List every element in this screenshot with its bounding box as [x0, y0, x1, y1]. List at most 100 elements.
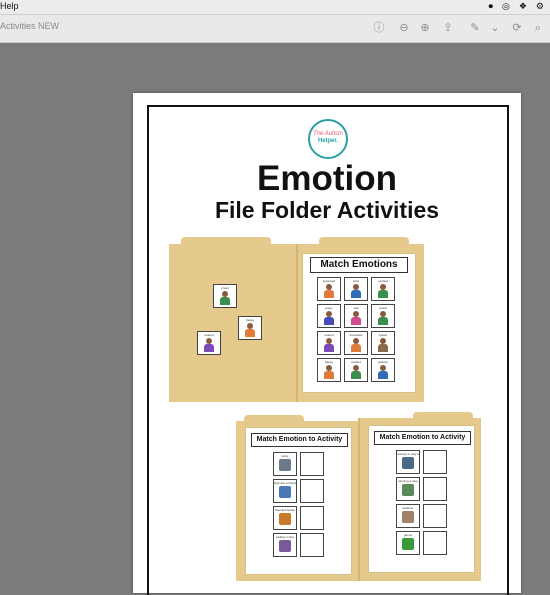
activity-picture — [279, 459, 291, 471]
emotion-drop-slot[interactable] — [300, 533, 324, 557]
activity-picture — [279, 486, 291, 498]
emotion-grid-card[interactable]: excited — [371, 277, 395, 301]
emotion-drop-slot[interactable] — [423, 504, 447, 528]
emotion-figure — [351, 365, 361, 379]
info-icon[interactable]: ⓘ — [372, 21, 386, 35]
document-title: Activities NEW — [0, 21, 60, 31]
emotion-grid-card[interactable]: surprised — [317, 277, 341, 301]
emotion-grid-card[interactable]: jealous — [371, 358, 395, 382]
emotion-grid-card[interactable]: scared — [317, 331, 341, 355]
emotion-figure — [324, 284, 334, 298]
annotate-icon[interactable]: ⌕ — [531, 21, 545, 35]
activity-label: party — [281, 454, 289, 458]
viewer-toolbar: Activities NEW ⓘ ⊖ ⊕ ⇪ ✎ ⌄ ⟳ ⌕ — [0, 15, 550, 43]
emotion-grid-card[interactable]: happy — [317, 358, 341, 382]
emotion-card-label: happy — [324, 360, 334, 364]
emotion-card-label: bored — [379, 333, 387, 337]
record-icon[interactable]: ⏺ — [488, 1, 493, 12]
pdf-page: The Autism Helper. Emotion File Folder A… — [133, 93, 521, 595]
emotion-drop-slot[interactable] — [423, 450, 447, 474]
activity-card: germs — [396, 531, 420, 555]
emotion-drop-slot[interactable] — [300, 452, 324, 476]
emotion-card-loose[interactable]: proud — [213, 284, 237, 308]
emotion-card-label: excited — [351, 360, 361, 364]
activity-label: haunted house — [275, 508, 295, 512]
emotion-figure — [351, 311, 361, 325]
activity-card: party — [273, 452, 297, 476]
emotion-figure — [378, 365, 388, 379]
emotion-card-label: frustrated — [349, 333, 363, 337]
emotion-figure — [324, 338, 334, 352]
activity-card: haunted house — [273, 506, 297, 530]
activity-picture — [402, 511, 414, 523]
emotion-drop-slot[interactable] — [300, 506, 324, 530]
activity-picture — [402, 538, 414, 550]
file-folder-emotions: proud happy scared Match Emotions surpri… — [169, 237, 424, 402]
emotion-drop-slot[interactable] — [423, 477, 447, 501]
emotion-figure — [324, 311, 334, 325]
emotion-card-loose[interactable]: happy — [238, 316, 262, 340]
emotion-card-label: tired — [353, 279, 359, 283]
rotate-icon[interactable]: ⟳ — [510, 21, 524, 35]
emotion-figure — [324, 365, 334, 379]
file-folder-activity-2: Match Emotion to Activity nobody to play… — [358, 412, 481, 581]
activity-label: high five a friend — [274, 481, 296, 485]
activity-picture — [402, 484, 414, 496]
zoom-in-icon[interactable]: ⊕ — [418, 21, 432, 35]
emotion-drop-slot[interactable] — [423, 531, 447, 555]
logo: The Autism Helper. — [308, 119, 348, 159]
activity-card: high five a friend — [273, 479, 297, 503]
activity-label: germs — [403, 533, 413, 537]
activity-label: waiting in line — [275, 535, 294, 539]
emotion-figure — [351, 338, 361, 352]
emotion-figure — [378, 338, 388, 352]
menu-extras: ⏺ ◎ ❖ ⚙ — [488, 1, 544, 12]
chevron-down-icon[interactable]: ⌄ — [488, 21, 502, 35]
match-emotions-sheet: Match Emotions surprised tired excited angr… — [303, 254, 415, 392]
emotion-card-label: jealous — [378, 360, 388, 364]
menu-bar: Help ⏺ ◎ ❖ ⚙ — [0, 0, 550, 15]
activity-label: nobody to play with — [397, 452, 419, 456]
menu-help[interactable]: Help — [0, 1, 19, 11]
emotion-grid-card[interactable]: excited — [344, 358, 368, 382]
match-activity-sheet-2: Match Emotion to Activity nobody to play… — [369, 426, 474, 572]
emotion-card-label: scared — [324, 333, 334, 337]
emotion-figure — [378, 284, 388, 298]
page-title: Emotion — [257, 159, 397, 198]
emotion-card-loose[interactable]: scared — [197, 331, 221, 355]
emotion-figure — [378, 311, 388, 325]
emotion-grid-card[interactable]: bored — [371, 331, 395, 355]
emotion-card-label: surprised — [322, 279, 336, 283]
activity-card: waiting in line — [273, 533, 297, 557]
emotion-grid-card[interactable]: sad — [344, 304, 368, 328]
chatgpt-icon[interactable]: ◎ — [502, 1, 510, 12]
emotion-grid-card[interactable]: frustrated — [344, 331, 368, 355]
page-subtitle: File Folder Activities — [214, 197, 440, 223]
activity-label: winning a race — [398, 479, 418, 483]
document-canvas[interactable]: The Autism Helper. Emotion File Folder A… — [0, 43, 550, 595]
extension-icon[interactable]: ⚙ — [536, 1, 544, 12]
share-icon[interactable]: ⇪ — [441, 21, 455, 35]
emotion-card-label: excited — [378, 279, 388, 283]
emotion-grid-card[interactable]: proud — [371, 304, 395, 328]
sheet-title: Match Emotions — [310, 257, 408, 273]
emotion-card-label: angry — [325, 306, 333, 310]
activity-picture — [402, 457, 414, 469]
activity-label: bedtime — [402, 506, 414, 510]
dropbox-icon[interactable]: ❖ — [519, 1, 527, 12]
emotion-drop-slot[interactable] — [300, 479, 324, 503]
emotion-grid-card[interactable]: angry — [317, 304, 341, 328]
emotion-card-label: sad — [353, 306, 359, 310]
activity-picture — [279, 513, 291, 525]
match-activity-sheet-1: Match Emotion to Activity party high five… — [246, 428, 351, 574]
activity-card: winning a race — [396, 477, 420, 501]
emotion-figure — [351, 284, 361, 298]
activity-card: nobody to play with — [396, 450, 420, 474]
markup-icon[interactable]: ✎ — [468, 21, 482, 35]
zoom-out-icon[interactable]: ⊖ — [397, 21, 411, 35]
emotion-grid-card[interactable]: tired — [344, 277, 368, 301]
emotion-card-label: proud — [379, 306, 387, 310]
sheet-title: Match Emotion to Activity — [251, 433, 348, 447]
activity-card: bedtime — [396, 504, 420, 528]
activity-picture — [279, 540, 291, 552]
